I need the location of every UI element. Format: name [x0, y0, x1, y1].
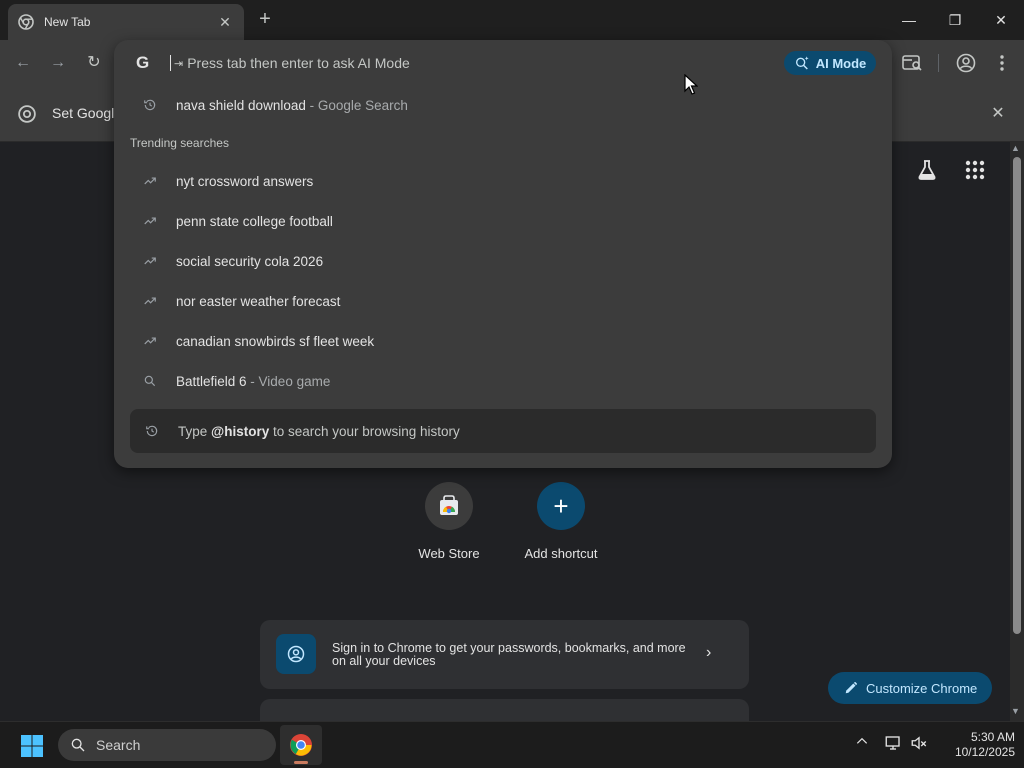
infobar-text: Set Google: [52, 105, 123, 121]
chrome-favicon-icon: [18, 14, 34, 30]
pencil-icon: [845, 681, 858, 694]
shortcut-label: Web Store: [418, 546, 480, 561]
ai-sparkle-search-icon: [795, 56, 809, 70]
restore-button[interactable]: ❐: [932, 8, 978, 32]
scroll-up-arrow-icon[interactable]: ▲: [1011, 143, 1020, 153]
trending-arrow-icon: [136, 254, 164, 268]
new-tab-button[interactable]: +: [254, 8, 276, 30]
signin-promo-card[interactable]: Sign in to Chrome to get your passwords,…: [260, 620, 749, 689]
shortcut-label: Add shortcut: [524, 546, 598, 561]
account-circle-icon: [276, 634, 316, 674]
customize-chrome-button[interactable]: Customize Chrome: [828, 672, 992, 704]
tab-key-icon: ⇥: [174, 57, 184, 70]
toolbar-separator: [938, 54, 939, 72]
reload-icon[interactable]: ↻: [83, 52, 105, 74]
scroll-down-arrow-icon[interactable]: ▼: [1011, 706, 1020, 716]
trending-arrow-icon: [136, 174, 164, 188]
labs-flask-icon[interactable]: [915, 158, 939, 182]
suggestion-trending[interactable]: social security cola 2026: [130, 246, 876, 276]
tray-overflow-chevron-icon[interactable]: [851, 734, 873, 756]
search-icon: [71, 738, 85, 752]
history-clock-icon: [136, 98, 164, 112]
suggestion-trending[interactable]: nor easter weather forecast: [130, 286, 876, 316]
suggestion-recent[interactable]: nava shield download - Google Search: [130, 90, 876, 120]
trending-arrow-icon: [136, 334, 164, 348]
shortcut-web-store[interactable]: Web Store: [399, 482, 499, 561]
omnibox-dropdown: G ⇥ Press tab then enter to ask AI Mode …: [114, 40, 892, 468]
suggestion-text: nor easter weather forecast: [176, 293, 341, 309]
clock-time: 5:30 AM: [970, 730, 1015, 744]
customize-chrome-label: Customize Chrome: [866, 680, 978, 696]
title-bar: New Tab ✕ + — ❐ ✕: [0, 0, 1024, 40]
scroll-thumb[interactable]: [1013, 157, 1021, 634]
secondary-card: [260, 699, 749, 721]
taskbar-search-box[interactable]: Search: [58, 729, 276, 761]
back-arrow-icon[interactable]: ←: [12, 52, 34, 74]
suggestion-trending[interactable]: penn state college football: [130, 206, 876, 236]
shortcut-add[interactable]: + Add shortcut: [511, 482, 611, 561]
network-monitor-icon[interactable]: [882, 734, 904, 756]
trending-header: Trending searches: [130, 136, 229, 150]
ai-mode-button[interactable]: AI Mode: [784, 51, 876, 75]
mouse-cursor-icon: [684, 74, 698, 95]
web-store-icon: [425, 482, 473, 530]
profile-icon[interactable]: [954, 51, 978, 75]
history-clock-icon: [138, 424, 166, 438]
suggestion-text: canadian snowbirds sf fleet week: [176, 333, 375, 349]
volume-muted-icon[interactable]: [908, 734, 930, 756]
minimize-button[interactable]: —: [886, 8, 932, 32]
text-caret: [170, 55, 171, 71]
history-hint-keyword: @history: [211, 423, 270, 439]
active-app-indicator: [294, 761, 308, 764]
history-hint-suffix: to search your browsing history: [269, 423, 460, 439]
omnibox-placeholder: Press tab then enter to ask AI Mode: [187, 55, 410, 71]
suggestion-text: nava shield download: [176, 97, 306, 113]
signin-promo-text: Sign in to Chrome to get your passwords,…: [332, 641, 686, 668]
system-clock[interactable]: 5:30 AM 10/12/2025: [935, 730, 1015, 760]
history-search-hint[interactable]: Type @history to search your browsing hi…: [130, 409, 876, 453]
tab-close-icon[interactable]: ✕: [216, 14, 234, 31]
trending-arrow-icon: [136, 214, 164, 228]
tab-title: New Tab: [44, 15, 91, 29]
tab-search-icon[interactable]: [900, 51, 924, 75]
tab-new-tab[interactable]: New Tab ✕: [8, 4, 244, 40]
suggestion-text: penn state college football: [176, 213, 333, 229]
chrome-logo-icon: [290, 734, 312, 756]
suggestion-text: social security cola 2026: [176, 253, 324, 269]
suggestion-trending[interactable]: nyt crossword answers: [130, 166, 876, 196]
suggestion-entity[interactable]: Battlefield 6 - Video game: [130, 366, 876, 396]
suggestion-trending[interactable]: canadian snowbirds sf fleet week: [130, 326, 876, 356]
suggestion-text: Battlefield 6: [176, 373, 247, 389]
history-hint-prefix: Type: [178, 423, 212, 439]
google-apps-icon[interactable]: [963, 158, 987, 182]
omnibox-input[interactable]: ⇥ Press tab then enter to ask AI Mode: [170, 48, 770, 78]
google-g-icon: G: [136, 53, 150, 72]
windows-taskbar: Search 5:30 AM 10/12/2025: [0, 721, 1024, 768]
suggestion-subtext: - Video game: [246, 373, 331, 389]
taskbar-chrome-app[interactable]: [280, 725, 322, 765]
chevron-right-icon: ›: [706, 644, 712, 661]
suggestion-subtext: - Google Search: [305, 97, 408, 113]
menu-kebab-icon[interactable]: [990, 51, 1014, 75]
suggestion-text: nyt crossword answers: [176, 173, 314, 189]
close-window-button[interactable]: ✕: [978, 8, 1024, 32]
windows-start-icon[interactable]: [20, 734, 44, 758]
trending-arrow-icon: [136, 294, 164, 308]
clock-date: 10/12/2025: [954, 745, 1015, 759]
taskbar-search-label: Search: [96, 737, 141, 753]
add-plus-icon: +: [537, 482, 585, 530]
search-icon: [136, 374, 164, 388]
forward-arrow-icon[interactable]: →: [47, 52, 69, 74]
ai-mode-label: AI Mode: [815, 55, 867, 71]
chrome-logo-icon: [18, 105, 36, 123]
infobar-close-icon[interactable]: ✕: [988, 104, 1008, 124]
